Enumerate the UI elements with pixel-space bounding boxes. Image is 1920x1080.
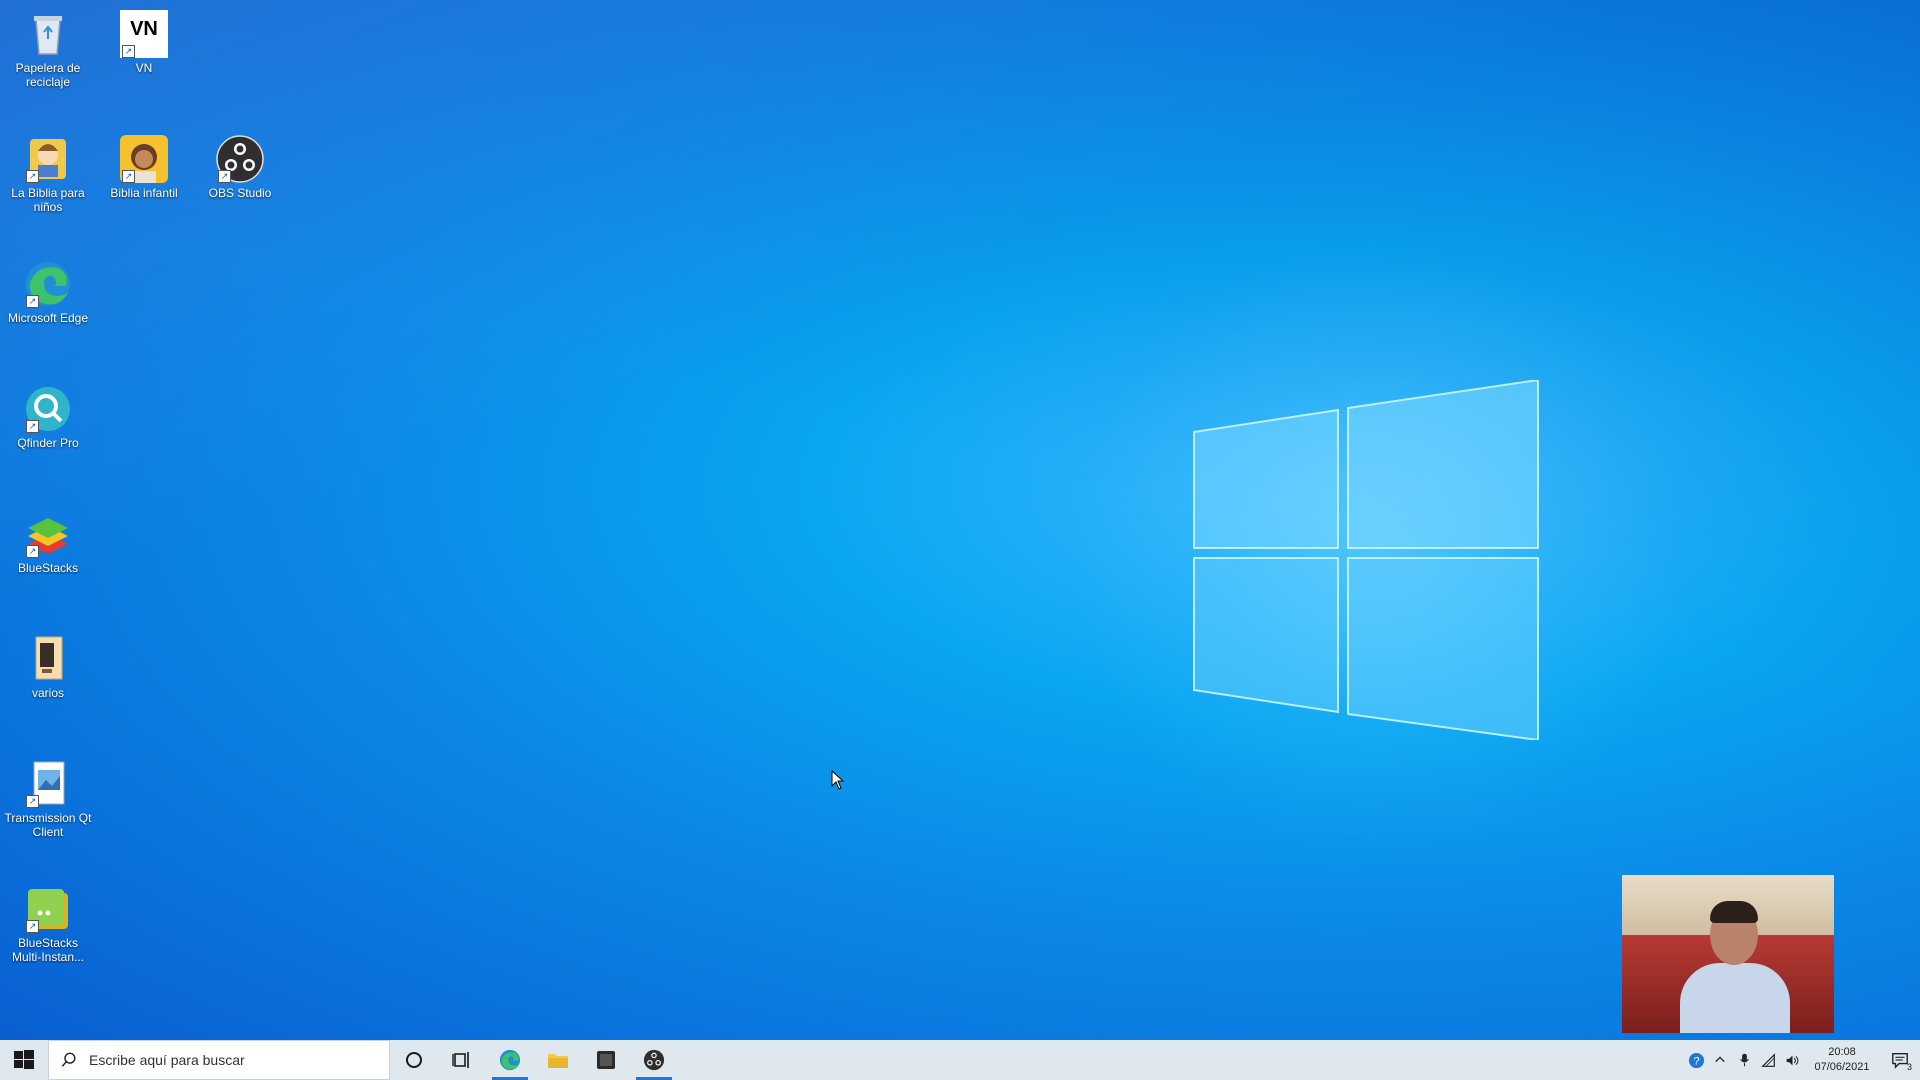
mouse-cursor-icon <box>831 770 845 790</box>
taskbar-file-explorer-button[interactable] <box>534 1040 582 1080</box>
webcam-overlay <box>1622 875 1834 1033</box>
desktop-icon-microsoft-edge[interactable]: ↗ Microsoft Edge <box>2 256 94 325</box>
action-center-button[interactable]: 3 <box>1880 1040 1920 1080</box>
qfinder-pro-icon: ↗ <box>24 385 72 433</box>
icon-label: Transmission Qt Client <box>4 811 92 839</box>
shortcut-arrow-icon: ↗ <box>26 420 39 433</box>
desktop-icon-vn[interactable]: VN ↗ VN <box>98 6 190 75</box>
icon-label: La Biblia para niños <box>11 186 85 214</box>
desktop-icon-bluestacks-multi-instance[interactable]: ↗ BlueStacks Multi-Instan... <box>2 881 94 964</box>
start-button[interactable] <box>0 1040 48 1080</box>
cortana-button[interactable] <box>390 1040 438 1080</box>
help-tray-button[interactable]: ? <box>1684 1040 1708 1080</box>
folder-icon <box>548 1054 568 1068</box>
icon-label: varios <box>31 686 64 700</box>
microphone-icon <box>1739 1053 1749 1067</box>
desktop-icon-qfinder-pro[interactable]: ↗ Qfinder Pro <box>2 381 94 450</box>
network-icon <box>1760 1052 1775 1067</box>
icon-label: Biblia infantil <box>110 186 178 200</box>
desktop-icon-la-biblia-para-ninos[interactable]: ↗ La Biblia para niños <box>2 131 94 214</box>
notification-count-badge: 3 <box>1906 1062 1912 1072</box>
bluestacks-multi-instance-icon: ↗ <box>24 885 72 933</box>
shortcut-arrow-icon: ↗ <box>218 170 231 183</box>
edge-icon: ↗ <box>24 260 72 308</box>
task-view-icon <box>452 1052 469 1068</box>
microphone-tray-button[interactable] <box>1732 1040 1756 1080</box>
search-icon <box>49 1052 89 1068</box>
obs-studio-icon <box>643 1049 665 1071</box>
windows-logo-wallpaper <box>1193 380 1539 740</box>
shortcut-arrow-icon: ↗ <box>26 920 39 933</box>
volume-tray-button[interactable] <box>1780 1040 1804 1080</box>
recycle-bin-icon <box>24 10 72 58</box>
icon-label: Microsoft Edge <box>7 311 89 325</box>
desktop-icon-transmission-qt-client[interactable]: ↗ Transmission Qt Client <box>2 756 94 839</box>
webcam-person-hair <box>1710 901 1758 923</box>
icon-label: BlueStacks Multi-Instan... <box>11 936 85 964</box>
speaker-icon <box>1786 1055 1798 1065</box>
edge-icon <box>499 1049 521 1071</box>
desktop-icon-bluestacks[interactable]: ↗ BlueStacks <box>2 506 94 575</box>
shortcut-arrow-icon: ↗ <box>26 545 39 558</box>
task-view-button[interactable] <box>438 1040 486 1080</box>
show-hidden-icons-button[interactable] <box>1708 1040 1732 1080</box>
desktop-icon-obs-studio[interactable]: ↗ OBS Studio <box>194 131 286 200</box>
taskbar-app-button[interactable] <box>582 1040 630 1080</box>
windows-start-icon <box>14 1050 34 1069</box>
app-window-icon <box>597 1051 615 1069</box>
icon-label: OBS Studio <box>208 186 272 200</box>
shortcut-arrow-icon: ↗ <box>26 795 39 808</box>
webcam-person-body <box>1680 963 1790 1033</box>
cortana-circle-icon <box>406 1052 422 1068</box>
taskbar-search-box[interactable]: Escribe aquí para buscar <box>48 1040 390 1080</box>
icon-label: Papelera de reciclaje <box>15 61 81 89</box>
obs-studio-icon: ↗ <box>216 135 264 183</box>
search-placeholder: Escribe aquí para buscar <box>89 1052 245 1068</box>
folder-varios-icon <box>24 635 72 683</box>
vn-logo-text: VN <box>130 18 158 40</box>
taskbar: Escribe aquí para buscar ? 20:08 07/06/2… <box>0 1040 1920 1080</box>
shortcut-arrow-icon: ↗ <box>122 170 135 183</box>
icon-label: VN <box>135 61 153 75</box>
help-icon: ? <box>1688 1052 1704 1068</box>
system-tray: ? 20:08 07/06/2021 3 <box>1684 1040 1920 1080</box>
icon-label: Qfinder Pro <box>17 436 79 450</box>
clock-date: 07/06/2021 <box>1814 1061 1870 1073</box>
desktop-icon-biblia-infantil[interactable]: ↗ Biblia infantil <box>98 131 190 200</box>
taskbar-edge-button[interactable] <box>486 1040 534 1080</box>
clock-time: 20:08 <box>1828 1046 1856 1058</box>
bible-kids-icon: ↗ <box>24 135 72 183</box>
taskbar-clock[interactable]: 20:08 07/06/2021 <box>1804 1045 1880 1075</box>
vn-icon: VN ↗ <box>120 10 168 58</box>
network-tray-button[interactable] <box>1756 1040 1780 1080</box>
shortcut-arrow-icon: ↗ <box>26 170 39 183</box>
biblia-infantil-icon: ↗ <box>120 135 168 183</box>
chevron-up-icon <box>1715 1056 1725 1063</box>
desktop-icon-varios[interactable]: varios <box>2 631 94 700</box>
bluestacks-icon: ↗ <box>24 510 72 558</box>
desktop-icon-recycle-bin[interactable]: Papelera de reciclaje <box>2 6 94 89</box>
taskbar-obs-studio-button[interactable] <box>630 1040 678 1080</box>
icon-label: BlueStacks <box>17 561 79 575</box>
shortcut-arrow-icon: ↗ <box>26 295 39 308</box>
transmission-icon: ↗ <box>24 760 72 808</box>
svg-text:?: ? <box>1693 1055 1699 1067</box>
shortcut-arrow-icon: ↗ <box>122 45 135 58</box>
